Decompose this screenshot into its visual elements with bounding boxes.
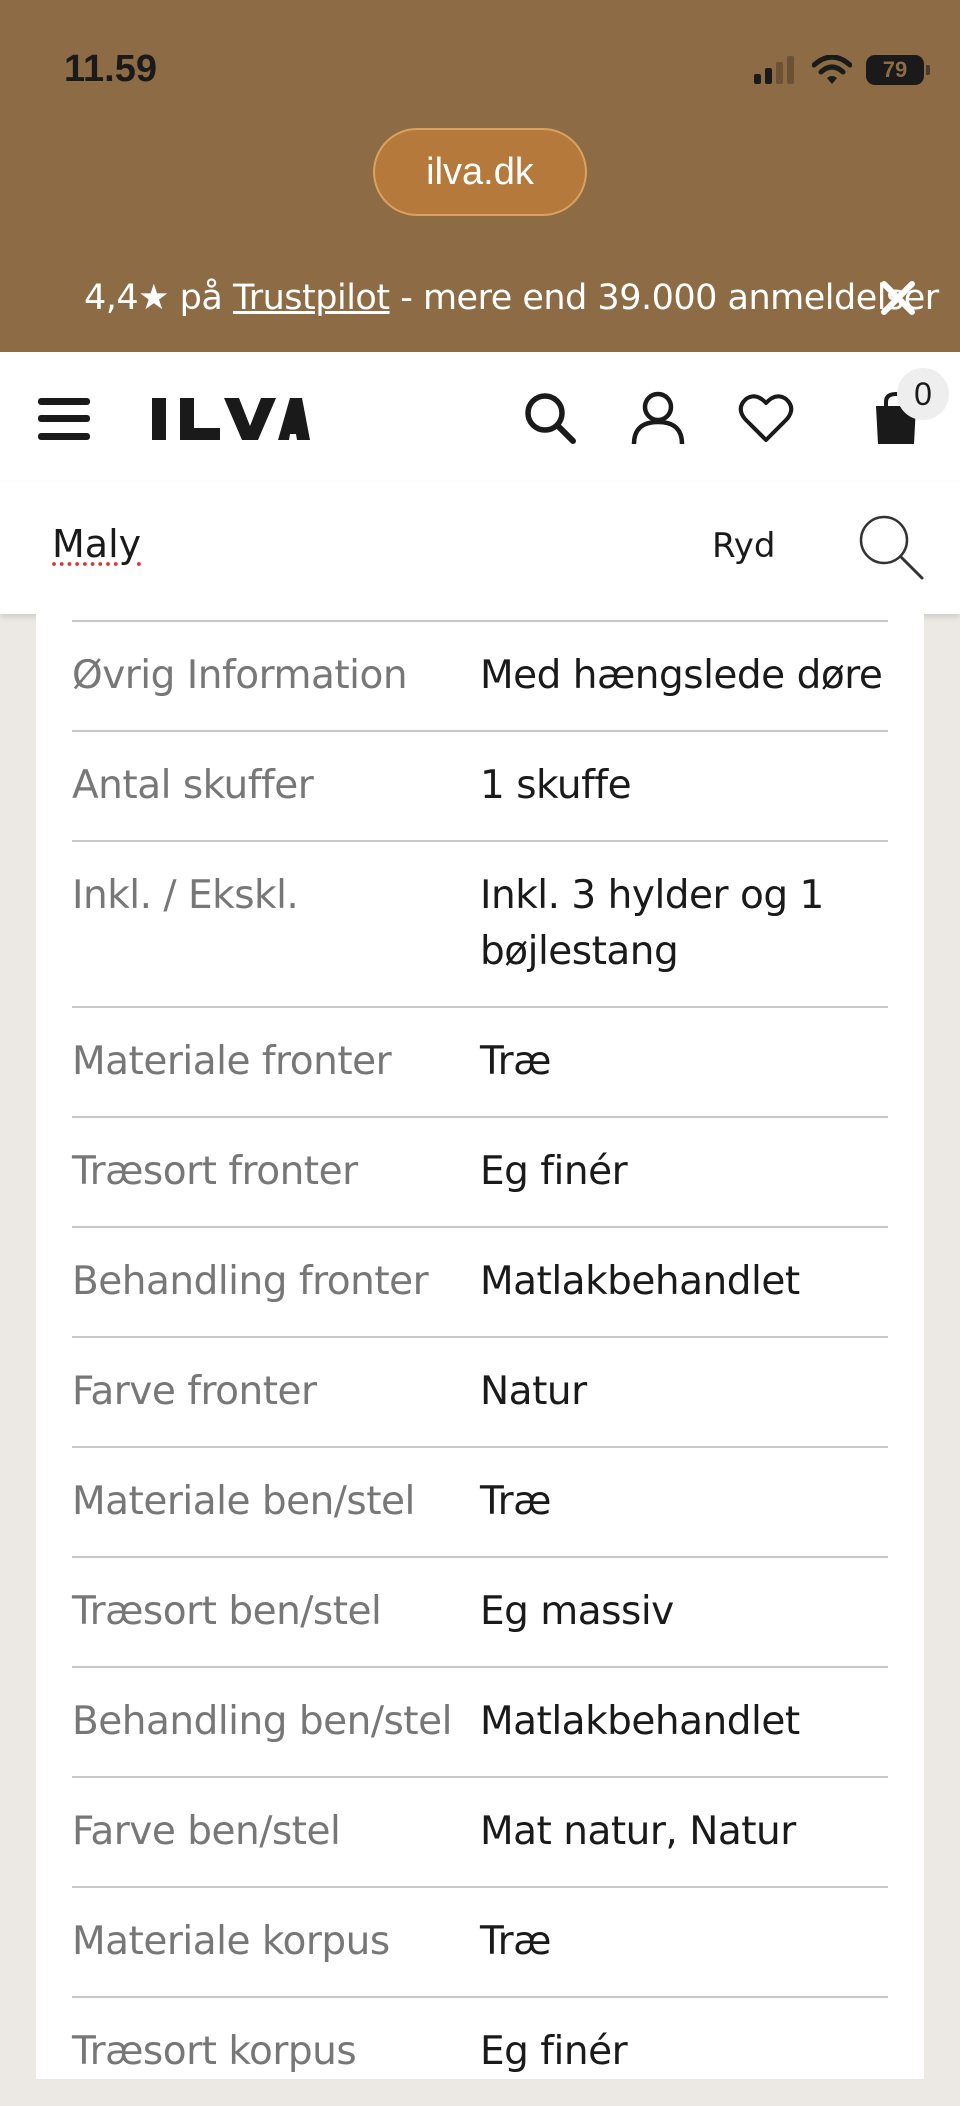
spec-value: Træ <box>480 1479 551 1524</box>
spec-value: Træ <box>480 1039 551 1084</box>
spec-row: Materiale fronter Træ <box>72 1006 888 1116</box>
spec-label: Antal skuffer <box>72 763 314 808</box>
spec-label: Behandling fronter <box>72 1259 429 1304</box>
spec-label: Træsort fronter <box>72 1149 358 1194</box>
spec-label: Træsort ben/stel <box>72 1589 382 1634</box>
spec-value: Natur <box>480 1369 587 1414</box>
trustpilot-banner: 4,4★ på Trustpilot - mere end 39.000 anm… <box>84 278 939 318</box>
spec-value: Inkl. 3 hylder og 1 bøjlestang <box>480 873 824 974</box>
cart-count-badge: 0 <box>897 368 949 420</box>
spec-label: Materiale ben/stel <box>72 1479 415 1524</box>
search-input[interactable]: Maly <box>52 522 141 566</box>
spec-row: Øvrig Information Med hængslede døre <box>72 620 888 730</box>
status-icons: 79 <box>754 50 930 90</box>
spec-value: Eg finér <box>480 2029 628 2074</box>
spec-label: Materiale korpus <box>72 1919 390 1964</box>
spec-value: Med hængslede døre <box>480 653 883 698</box>
spec-value: Matlakbehandlet <box>480 1259 800 1304</box>
account-icon[interactable] <box>630 390 686 446</box>
spec-label: Farve fronter <box>72 1369 317 1414</box>
search-input-value: Maly <box>52 522 142 566</box>
spec-label: Træsort korpus <box>72 2029 357 2074</box>
spec-row: Træsort korpus Eg finér <box>72 1996 888 2106</box>
search-bar: Maly Ryd <box>0 482 960 614</box>
spec-row: Farve fronter Natur <box>72 1336 888 1446</box>
browser-top-area: 11.59 79 ilva.dk 4,4★ på Trustpilot - me… <box>0 0 960 352</box>
spec-label: Behandling ben/stel <box>72 1699 452 1744</box>
spec-row: Antal skuffer 1 skuffe <box>72 730 888 840</box>
battery-icon: 79 <box>866 55 930 85</box>
spec-row: Materiale korpus Træ <box>72 1886 888 1996</box>
spec-row: Farve ben/stel Mat natur, Natur <box>72 1776 888 1886</box>
url-bar[interactable]: ilva.dk <box>373 128 587 216</box>
site-header <box>0 352 960 483</box>
spec-row: Inkl. / Ekskl. Inkl. 3 hylder og 1 bøjles… <box>72 840 888 1006</box>
ilva-logo[interactable] <box>150 396 310 442</box>
hamburger-icon[interactable] <box>38 398 90 440</box>
spec-row: Materiale ben/stel Træ <box>72 1446 888 1556</box>
spec-row: Behandling ben/stel Matlakbehandlet <box>72 1666 888 1776</box>
spec-row: Behandling fronter Matlakbehandlet <box>72 1226 888 1336</box>
trustpilot-link[interactable]: Trustpilot <box>233 278 390 318</box>
heart-icon[interactable] <box>738 390 794 446</box>
spec-value: Matlakbehandlet <box>480 1699 800 1744</box>
spec-value: 1 skuffe <box>480 763 632 808</box>
product-specs-panel: Øvrig Information Med hængslede døre Antal… <box>36 614 924 2079</box>
signal-icon <box>754 56 794 84</box>
search-submit-icon[interactable] <box>856 512 926 582</box>
spec-value: Eg massiv <box>480 1589 674 1634</box>
wifi-icon <box>812 55 852 84</box>
search-icon[interactable] <box>522 390 578 446</box>
spec-value: Træ <box>480 1919 551 1964</box>
banner-suffix: - mere end 39.000 anmeldelser <box>400 278 939 318</box>
banner-rating: 4,4★ på <box>84 278 223 318</box>
spec-label: Materiale fronter <box>72 1039 392 1084</box>
spec-row: Træsort ben/stel Eg massiv <box>72 1556 888 1666</box>
spec-label: Farve ben/stel <box>72 1809 341 1854</box>
spec-value: Mat natur, Natur <box>480 1809 796 1854</box>
spec-label: Øvrig Information <box>72 653 408 698</box>
spec-label: Inkl. / Ekskl. <box>72 873 299 918</box>
battery-level: 79 <box>882 57 908 82</box>
search-clear-button[interactable]: Ryd <box>712 526 775 566</box>
spec-value: Eg finér <box>480 1149 628 1194</box>
spec-table: Øvrig Information Med hængslede døre Antal… <box>72 620 888 2106</box>
spec-row: Træsort fronter Eg finér <box>72 1116 888 1226</box>
close-icon[interactable] <box>878 278 918 318</box>
status-time: 11.59 <box>64 48 157 90</box>
